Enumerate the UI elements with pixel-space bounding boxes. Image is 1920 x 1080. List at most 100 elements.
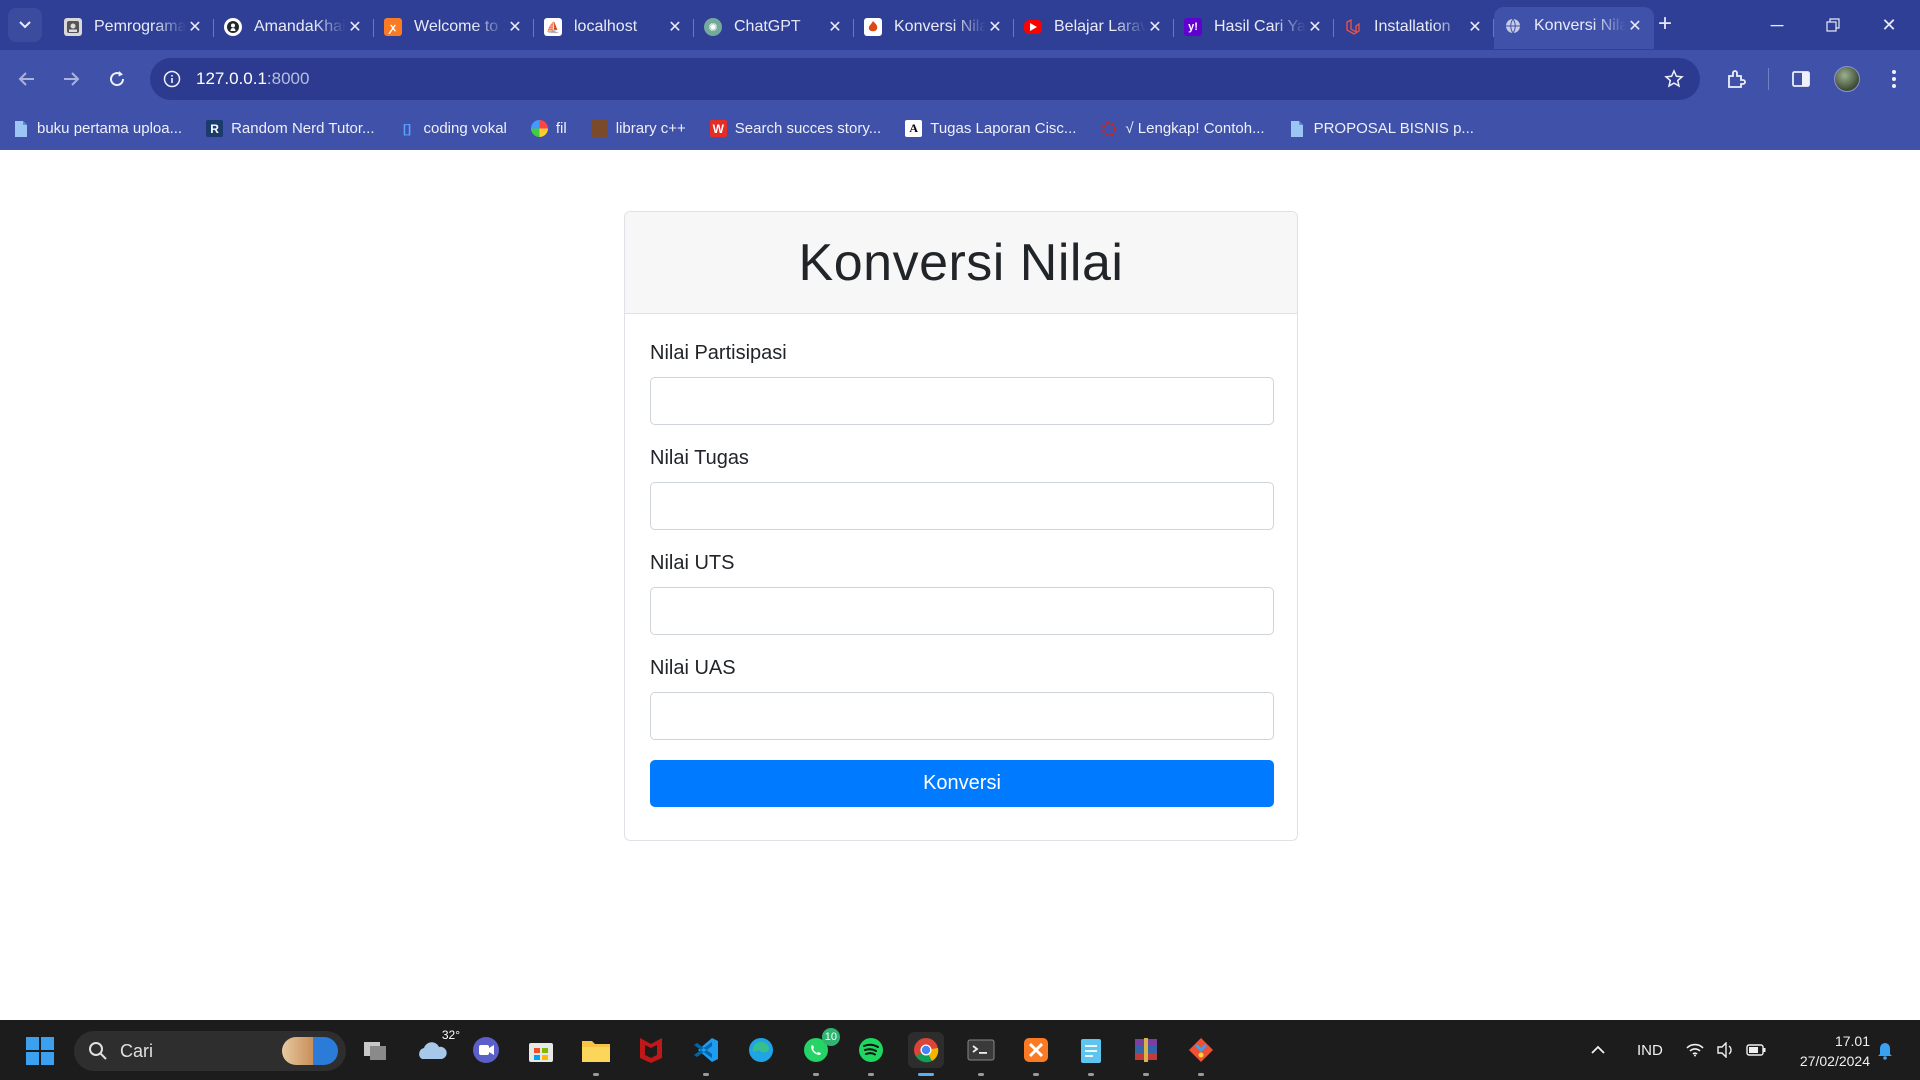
close-icon[interactable]: ✕ xyxy=(1626,17,1644,35)
bookmark-label: coding vokal xyxy=(423,120,507,137)
weather-icon[interactable]: 32° xyxy=(414,1028,460,1068)
bookmark-label: Search succes story... xyxy=(734,120,882,137)
doc-icon xyxy=(1289,120,1306,137)
bookmark-item[interactable]: fil xyxy=(530,120,567,137)
close-icon[interactable]: ✕ xyxy=(506,18,524,36)
close-icon[interactable]: ✕ xyxy=(986,18,1004,36)
tab-github[interactable]: AmandaKhairunnisa ✕ xyxy=(214,9,374,45)
xampp-control-icon[interactable] xyxy=(1018,1032,1054,1076)
bookmark-item[interactable]: [] coding vokal xyxy=(399,120,507,137)
tab-title: Hasil Cari Yahoo xyxy=(1214,18,1306,35)
label-nilai-uas: Nilai UAS xyxy=(650,657,736,679)
arrow-right-icon xyxy=(64,72,80,86)
taskbar-search[interactable]: Cari xyxy=(74,1031,346,1071)
form-group-uas: Nilai UAS xyxy=(650,657,1274,740)
vscode-icon[interactable] xyxy=(688,1032,724,1076)
bookmark-item[interactable]: √ Lengkap! Contoh... xyxy=(1100,120,1265,137)
edge-icon[interactable] xyxy=(743,1032,779,1068)
close-window-button[interactable]: ✕ xyxy=(1866,10,1912,40)
bookmark-item[interactable]: library c++ xyxy=(590,120,686,137)
tab-laravel-installation[interactable]: Installation ✕ xyxy=(1334,9,1494,45)
bookmark-label: Random Nerd Tutor... xyxy=(231,120,375,137)
microsoft-store-icon[interactable] xyxy=(523,1032,559,1068)
konversi-button[interactable]: Konversi xyxy=(650,760,1274,807)
weather-temp: 32° xyxy=(441,1028,460,1042)
bookmark-label: buku pertama uploa... xyxy=(37,120,183,137)
nilai-tugas-input[interactable] xyxy=(650,482,1274,530)
nilai-uas-input[interactable] xyxy=(650,692,1274,740)
tab-title: Installation xyxy=(1374,18,1451,35)
file-explorer-icon[interactable] xyxy=(578,1032,614,1076)
extensions-icon[interactable] xyxy=(1721,64,1751,94)
volume-icon[interactable] xyxy=(1716,1020,1734,1080)
close-icon[interactable]: ✕ xyxy=(1466,18,1484,36)
chrome-icon[interactable] xyxy=(908,1032,944,1076)
close-icon[interactable]: ✕ xyxy=(1306,18,1324,36)
notepad-icon[interactable] xyxy=(1073,1032,1109,1076)
battery-icon[interactable] xyxy=(1746,1020,1766,1080)
git-gui-icon[interactable] xyxy=(1183,1032,1219,1076)
forward-button[interactable] xyxy=(54,62,88,96)
tab-youtube[interactable]: Belajar Laravel ✕ xyxy=(1014,9,1174,45)
whatsapp-icon[interactable]: 10 xyxy=(798,1028,840,1076)
address-bar[interactable]: 127.0.0.1:8000 xyxy=(150,58,1700,100)
restore-button[interactable] xyxy=(1810,10,1856,40)
profile-avatar[interactable] xyxy=(1834,66,1860,92)
new-tab-button[interactable]: + xyxy=(1652,12,1678,38)
nilai-uts-input[interactable] xyxy=(650,587,1274,635)
xampp-icon: ꭗ xyxy=(384,18,402,36)
notification-bell-icon[interactable] xyxy=(1876,1020,1894,1080)
mcafee-icon[interactable] xyxy=(633,1032,669,1068)
bookmark-item[interactable]: R Random Nerd Tutor... xyxy=(206,120,375,137)
nilai-partisipasi-input[interactable] xyxy=(650,377,1274,425)
tab-strip: Pemrograman ✕ AmandaKhairunnisa ✕ ꭗ Welc… xyxy=(0,0,1920,50)
tab-localhost[interactable]: ⛵ localhost ✕ xyxy=(534,9,694,45)
close-icon[interactable]: ✕ xyxy=(346,18,364,36)
side-panel-icon[interactable] xyxy=(1786,64,1816,94)
tab-title: AmandaKhairunnisa xyxy=(254,18,346,35)
tab-konversi-nilai-active[interactable]: Konversi Nilai ✕ xyxy=(1494,7,1654,49)
form-group-tugas: Nilai Tugas xyxy=(650,447,1274,530)
bookmark-label: √ Lengkap! Contoh... xyxy=(1125,120,1265,137)
windows-start-icon[interactable] xyxy=(26,1037,54,1065)
spotify-icon[interactable] xyxy=(853,1032,889,1076)
bookmark-item[interactable]: W Search succes story... xyxy=(709,120,882,137)
teams-meet-icon[interactable] xyxy=(468,1032,504,1068)
tab-chatgpt[interactable]: ✺ ChatGPT ✕ xyxy=(694,9,854,45)
tab-title: Belajar Laravel xyxy=(1054,18,1146,35)
language-indicator[interactable]: IND xyxy=(1637,1020,1663,1080)
tab-pemrograman[interactable]: Pemrograman ✕ xyxy=(54,9,214,45)
wifi-icon[interactable] xyxy=(1686,1020,1704,1080)
minimize-button[interactable]: ─ xyxy=(1754,10,1800,40)
terminal-icon[interactable] xyxy=(963,1032,999,1076)
tab-yahoo[interactable]: y! Hasil Cari Yahoo ✕ xyxy=(1174,9,1334,45)
bookmark-label: library c++ xyxy=(615,120,686,137)
close-icon[interactable]: ✕ xyxy=(826,18,844,36)
winrar-icon[interactable] xyxy=(1128,1032,1164,1076)
tab-list: Pemrograman ✕ AmandaKhairunnisa ✕ ꭗ Welc… xyxy=(54,7,1654,49)
site-info-icon[interactable] xyxy=(160,67,184,91)
tray-overflow-icon[interactable] xyxy=(1590,1020,1606,1080)
tab-xampp[interactable]: ꭗ Welcome to XAMPP ✕ xyxy=(374,9,534,45)
yahoo-icon: y! xyxy=(1184,18,1202,36)
bookmark-item[interactable]: A Tugas Laporan Cisc... xyxy=(905,120,1076,137)
taskbar-clock[interactable]: 17.01 27/02/2024 xyxy=(1778,1031,1870,1071)
whatsapp-badge: 10 xyxy=(821,1028,840,1046)
bookmark-item[interactable]: PROPOSAL BISNIS p... xyxy=(1289,120,1474,137)
back-button[interactable] xyxy=(10,62,44,96)
clock-time: 17.01 xyxy=(1834,1033,1870,1049)
tab-search-button[interactable] xyxy=(8,8,42,42)
url-host: 127.0.0.1 xyxy=(196,69,267,88)
bookmark-item[interactable]: buku pertama uploa... xyxy=(12,120,182,137)
form-group-partisipasi: Nilai Partisipasi xyxy=(650,342,1274,425)
url-text[interactable]: 127.0.0.1:8000 xyxy=(196,69,309,89)
bookmark-star-icon[interactable] xyxy=(1662,67,1686,91)
task-view-icon[interactable] xyxy=(358,1032,394,1068)
close-icon[interactable]: ✕ xyxy=(186,18,204,36)
page-title: Konversi Nilai xyxy=(798,233,1124,292)
close-icon[interactable]: ✕ xyxy=(1146,18,1164,36)
tab-konversi-nilai-ci[interactable]: Konversi Nilai ✕ xyxy=(854,9,1014,45)
menu-kebab-icon[interactable] xyxy=(1879,64,1909,94)
reload-button[interactable] xyxy=(100,62,134,96)
close-icon[interactable]: ✕ xyxy=(666,18,684,36)
